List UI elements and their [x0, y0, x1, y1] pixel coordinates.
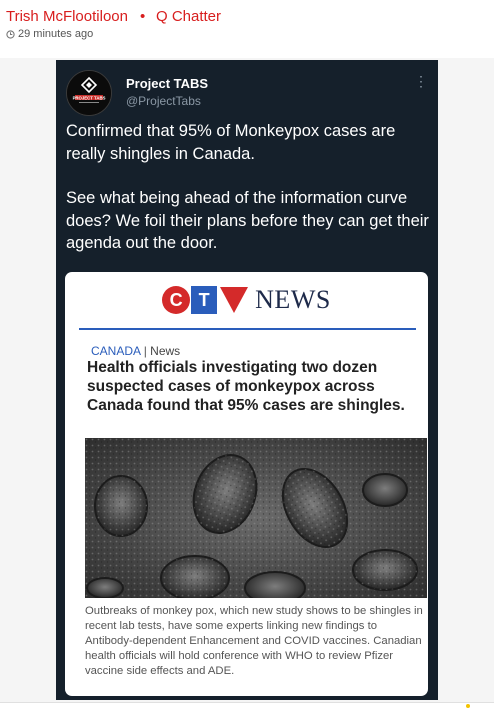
more-options-icon[interactable]: ⋮: [414, 74, 428, 88]
section-separator: |: [143, 344, 147, 358]
author-name-link[interactable]: Trish McFlootiloon: [6, 8, 128, 25]
tweet-paragraph-2: See what being ahead of the information …: [66, 189, 429, 252]
separator-dot: •: [140, 8, 146, 25]
clock-icon: [6, 29, 15, 39]
avatar-logo-text: PROJECT TABS: [73, 95, 106, 100]
post-timestamp: 29 minutes ago: [6, 28, 93, 40]
tweet-text: Confirmed that 95% of Monkeypox cases ar…: [66, 120, 432, 277]
timestamp-text: 29 minutes ago: [18, 28, 94, 40]
header-divider: [79, 328, 416, 330]
article-section: CANADA | News: [91, 344, 180, 358]
ctv-logo-c: C: [162, 286, 191, 314]
ctv-logo-news: NEWS: [255, 285, 331, 314]
project-tabs-logo: PROJECT TABS: [67, 71, 111, 115]
account-handle[interactable]: @ProjectTabs: [126, 94, 201, 108]
tweet-screenshot[interactable]: PROJECT TABS Project TABS @ProjectTabs ⋮…: [56, 60, 438, 700]
account-name[interactable]: Project TABS: [126, 76, 208, 91]
photo-caption: Outbreaks of monkey pox, which new study…: [85, 605, 423, 677]
account-avatar: PROJECT TABS: [66, 70, 112, 116]
ctv-news-logo: C T NEWS: [65, 282, 428, 318]
group-name-link[interactable]: Q Chatter: [156, 8, 221, 25]
ctv-logo-v-icon: [220, 287, 249, 313]
virus-particles-image: [85, 438, 427, 598]
loading-indicator-icon: [466, 704, 470, 708]
article-headline: Health officials investigating two dozen…: [87, 359, 405, 414]
ctv-logo-t: T: [191, 286, 218, 314]
microscope-photo: [85, 438, 427, 598]
news-card-image[interactable]: C T NEWS CANADA | News Health officials …: [65, 272, 428, 696]
section-canada: CANADA: [91, 344, 141, 358]
section-news: News: [150, 344, 181, 358]
divider: [0, 702, 494, 703]
tweet-paragraph-1: Confirmed that 95% of Monkeypox cases ar…: [66, 122, 396, 163]
post-header: Trish McFlootiloon • Q Chatter 29 minute…: [0, 0, 494, 48]
